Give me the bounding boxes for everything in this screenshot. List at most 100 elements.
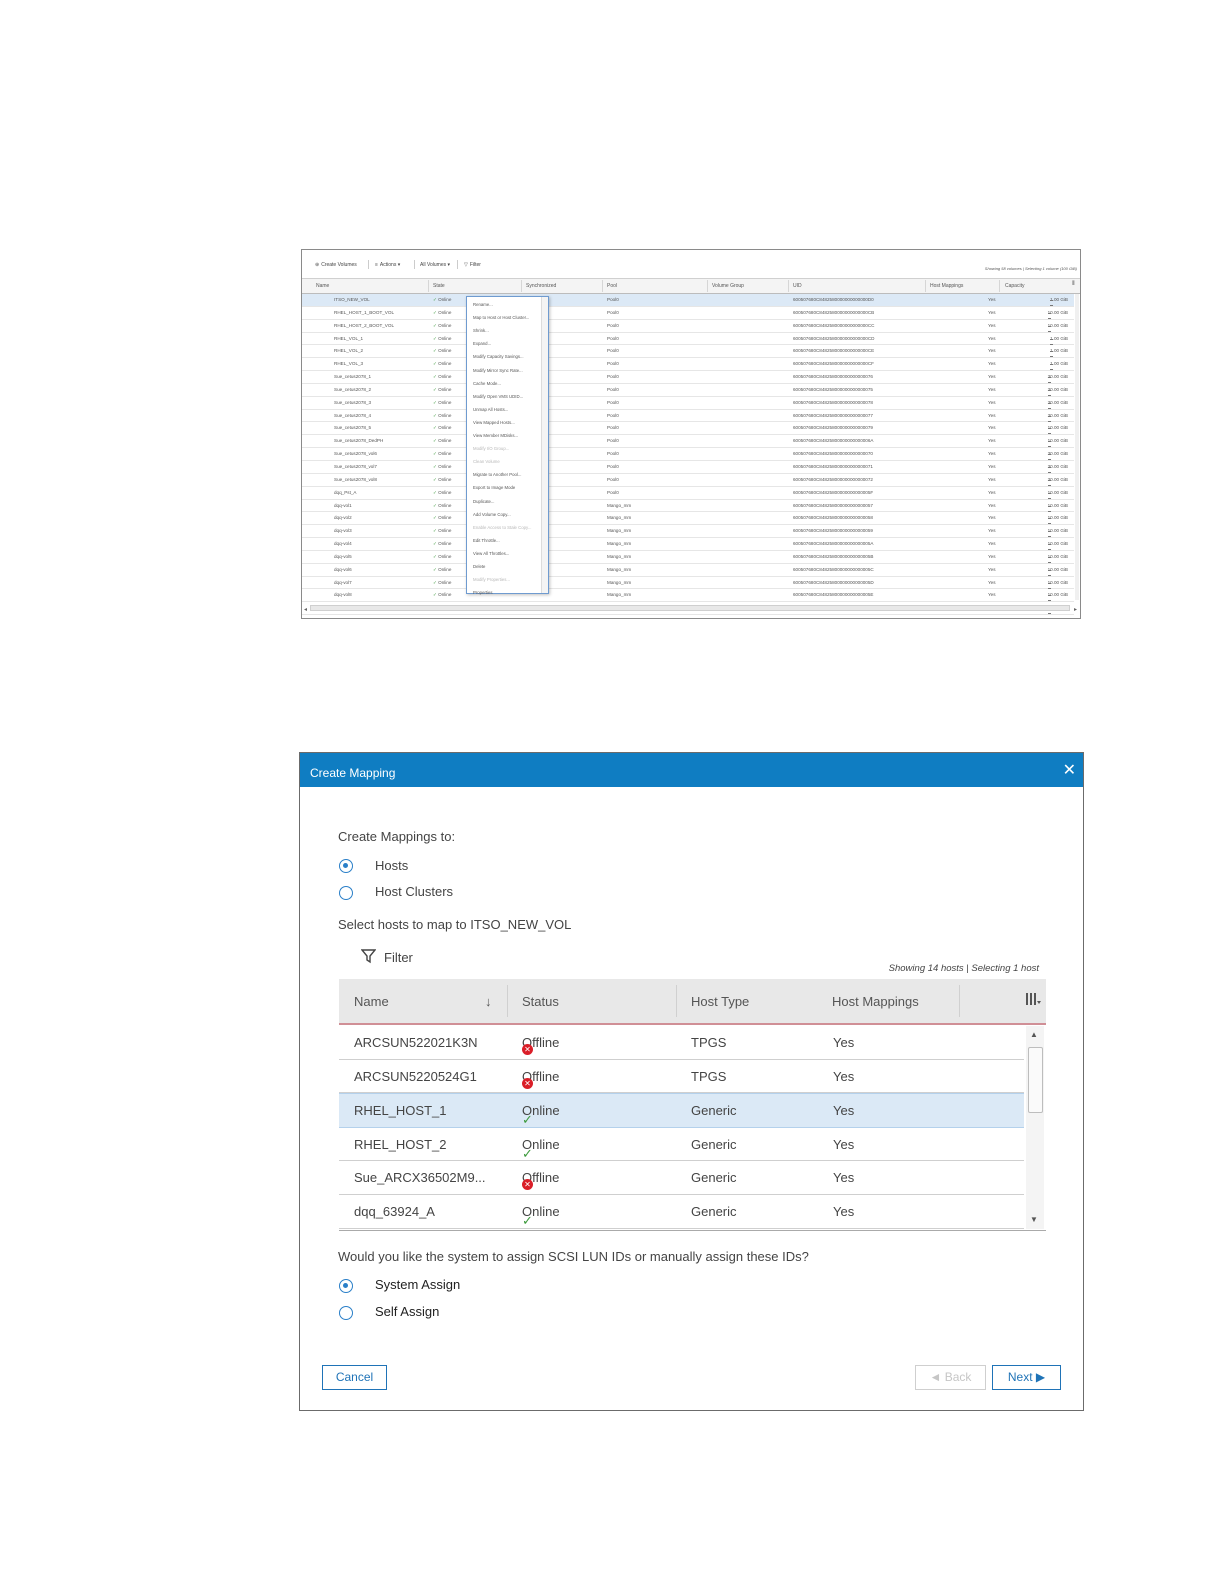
context-menu-item[interactable]: View All Throttles...: [473, 551, 509, 556]
col-host-mappings-header[interactable]: Host Mappings: [832, 994, 919, 1009]
context-menu-scrollbar[interactable]: [541, 297, 548, 593]
volume-row[interactable]: RHEL_HOST_2_BOOT_VOL ✓ Online Pool0 6005076…: [302, 320, 1074, 333]
all-volumes-dropdown[interactable]: All Volumes ▾: [420, 262, 450, 268]
context-menu-item[interactable]: Enable Access to Stale Copy...: [473, 525, 531, 530]
scroll-down-icon[interactable]: ▼: [1030, 1215, 1038, 1224]
context-menu-item[interactable]: Migrate to Another Pool...: [473, 472, 522, 477]
filter-label[interactable]: Filter: [384, 950, 413, 965]
volumes-vertical-scrollbar[interactable]: [1075, 294, 1079, 600]
volume-row[interactable]: RHEL_HOST_1_BOOT_VOL ✓ Online Pool0 6005076…: [302, 307, 1074, 320]
volume-row[interactable]: Sue_cetus2078_DedPH ✓ Online Pool0 60050768…: [302, 435, 1074, 449]
context-menu-item[interactable]: View Mapped Hosts...: [473, 420, 515, 425]
volume-row[interactable]: Sue_cetus2078_2 ✓ Online Pool0 600507680C84…: [302, 384, 1074, 397]
context-menu-item[interactable]: Delete: [473, 564, 485, 569]
volume-row[interactable]: dqq-vol4 ✓ Online Mango_mm 600507680C848258…: [302, 538, 1074, 551]
context-menu-item[interactable]: Shrink...: [473, 328, 489, 333]
col-capacity[interactable]: Capacity: [1005, 283, 1024, 289]
volume-row[interactable]: dqq-vol1 ✓ Online Mango_mm 600507680C848258…: [302, 500, 1074, 513]
host-row[interactable]: ARCSUN5220524G1 ✕ Offline TPGS Yes: [339, 1060, 1024, 1094]
volume-row[interactable]: dqq-vol6 ✓ Online Mango_mm 600507680C848258…: [302, 564, 1074, 577]
context-menu-item[interactable]: Unmap All Hosts...: [473, 407, 508, 412]
volume-row[interactable]: Sue_cetus2078_vol7 ✓ Online Pool0 600507680…: [302, 461, 1074, 474]
volume-row[interactable]: RHEL_VOL_3 ✓ Online Pool0 600507680C8482580…: [302, 358, 1074, 372]
system-assign-label[interactable]: System Assign: [375, 1277, 460, 1292]
host-row[interactable]: Sue_ARCX36502M9... ✕ Offline Generic Yes: [339, 1161, 1024, 1195]
volume-row[interactable]: RHEL_VOL_1 ✓ Online Pool0 600507680C8482580…: [302, 333, 1074, 346]
create-volumes-button[interactable]: ⊕ Create Volumes: [315, 262, 357, 268]
volume-row[interactable]: dqq-vol0 ✓ Online Mango_mm 600507680C848258…: [302, 615, 1074, 618]
context-menu-item[interactable]: View Member MDisks...: [473, 433, 518, 438]
volume-row[interactable]: dqq-vol8 ✓ Online Mango_mm 600507680C848258…: [302, 589, 1074, 603]
host-row[interactable]: ARCSUN522021K3N ✕ Offline TPGS Yes: [339, 1026, 1024, 1060]
col-name[interactable]: Name: [316, 283, 329, 289]
scroll-up-icon[interactable]: ▲: [1030, 1030, 1038, 1039]
volume-row[interactable]: Sue_cetus2078_5 ✓ Online Pool0 600507680C84…: [302, 422, 1074, 436]
system-assign-radio[interactable]: [339, 1279, 353, 1293]
col-host-type-header[interactable]: Host Type: [691, 994, 749, 1009]
hosts-radio[interactable]: [339, 859, 353, 873]
cancel-button[interactable]: Cancel: [322, 1365, 387, 1390]
next-button[interactable]: Next ▶: [992, 1365, 1061, 1390]
col-status-header[interactable]: Status: [522, 994, 559, 1009]
col-synchronized[interactable]: Synchronized: [526, 283, 556, 289]
column-picker-icon[interactable]: ⦀: [1072, 281, 1075, 288]
volume-row[interactable]: dqq_Pst_A ✓ Online Pool0 600507680C84825800…: [302, 487, 1074, 500]
actions-menu-button[interactable]: ≡ Actions ▾: [375, 262, 400, 268]
context-menu-item[interactable]: Modify I/O Group...: [473, 446, 509, 451]
host-row[interactable]: dqq_63924_A ✓ Online Generic Yes: [339, 1195, 1024, 1229]
volume-row[interactable]: RHEL_VOL_2 ✓ Online Pool0 600507680C8482580…: [302, 345, 1074, 359]
context-menu-item[interactable]: Modify Capacity Savings...: [473, 354, 524, 359]
scroll-left-icon[interactable]: ◂: [304, 606, 307, 613]
context-menu-item[interactable]: Add Volume Copy...: [473, 512, 511, 517]
context-menu-item[interactable]: Properties: [473, 590, 493, 595]
context-menu-item[interactable]: Expand...: [473, 341, 491, 346]
host-row[interactable]: RHEL_HOST_1 ✓ Online Generic Yes: [339, 1093, 1024, 1128]
col-volume-group[interactable]: Volume Group: [712, 283, 744, 289]
col-host-mappings[interactable]: Host Mappings: [930, 283, 963, 289]
volume-row[interactable]: Sue_cetus2078_1 ✓ Online Pool0 600507680C84…: [302, 371, 1074, 384]
volume-row[interactable]: Sue_cetus2078_3 ✓ Online Pool0 600507680C84…: [302, 397, 1074, 410]
col-uid[interactable]: UID: [793, 283, 802, 289]
volume-row[interactable]: Sue_cetus2078_vol8 ✓ Online Pool0 600507680…: [302, 474, 1074, 487]
volume-uid: 600507680C848258000000000000071: [793, 463, 873, 469]
volume-row[interactable]: Sue_cetus2078_vol6 ✓ Online Pool0 600507680…: [302, 448, 1074, 461]
col-pool[interactable]: Pool: [607, 283, 617, 289]
volumes-filter-button[interactable]: ▽ Filter: [464, 262, 481, 268]
context-menu-item[interactable]: Map to Host or Host Cluster...: [473, 315, 529, 320]
context-menu-item[interactable]: Edit Throttle...: [473, 538, 500, 543]
self-assign-label[interactable]: Self Assign: [375, 1304, 439, 1319]
volume-pool: Pool0: [607, 451, 619, 457]
context-menu-item[interactable]: Duplicate...: [473, 499, 495, 504]
capacity-icon: [1047, 466, 1051, 473]
context-menu-item[interactable]: Cache Mode...: [473, 381, 501, 386]
context-menu-item[interactable]: Clean Volume: [473, 459, 500, 464]
context-menu-item[interactable]: Modify Mirror Sync Rate...: [473, 368, 523, 373]
host-row[interactable]: RHEL_HOST_2 ✓ Online Generic Yes: [339, 1128, 1024, 1162]
scroll-right-icon[interactable]: ▸: [1074, 606, 1077, 613]
host-clusters-radio[interactable]: [339, 886, 353, 900]
volume-row[interactable]: dqq-vol3 ✓ Online Mango_mm 600507680C848258…: [302, 525, 1074, 539]
hosts-vertical-scrollbar[interactable]: ▲ ▼: [1026, 1026, 1044, 1229]
sort-down-icon[interactable]: ↓: [485, 994, 492, 1009]
filter-icon[interactable]: [360, 949, 377, 969]
column-picker-icon[interactable]: [1025, 991, 1041, 1010]
close-icon[interactable]: ✕: [1063, 760, 1076, 780]
volume-row[interactable]: dqq-vol2 ✓ Online Mango_mm 600507680C848258…: [302, 512, 1074, 526]
context-menu-item[interactable]: Rename...: [473, 302, 493, 307]
col-state[interactable]: State: [433, 283, 445, 289]
col-name-header[interactable]: Name: [354, 994, 389, 1009]
context-menu-item[interactable]: Export to Image Mode: [473, 485, 515, 490]
context-menu-item[interactable]: Modify Properties...: [473, 577, 510, 582]
hosts-radio-label[interactable]: Hosts: [375, 858, 408, 873]
scrollbar-thumb[interactable]: [1028, 1047, 1043, 1113]
volume-row[interactable]: ITSO_NEW_VOL ✓ Online Pool0 600507680C84825…: [302, 294, 1074, 307]
context-menu-item[interactable]: Modify Open VMS UDID...: [473, 394, 523, 399]
volume-row[interactable]: Sue_cetus2078_4 ✓ Online Pool0 600507680C84…: [302, 410, 1074, 423]
self-assign-radio[interactable]: [339, 1306, 353, 1320]
volumes-horizontal-scrollbar[interactable]: [310, 605, 1070, 611]
volume-row[interactable]: dqq-vol5 ✓ Online Mango_mm 600507680C848258…: [302, 551, 1074, 564]
volume-host-mappings: Yes: [988, 463, 996, 469]
volume-row[interactable]: dqq-vol7 ✓ Online Mango_mm 600507680C848258…: [302, 577, 1074, 590]
host-clusters-radio-label[interactable]: Host Clusters: [375, 884, 453, 899]
back-button[interactable]: ◄ Back: [915, 1365, 986, 1390]
